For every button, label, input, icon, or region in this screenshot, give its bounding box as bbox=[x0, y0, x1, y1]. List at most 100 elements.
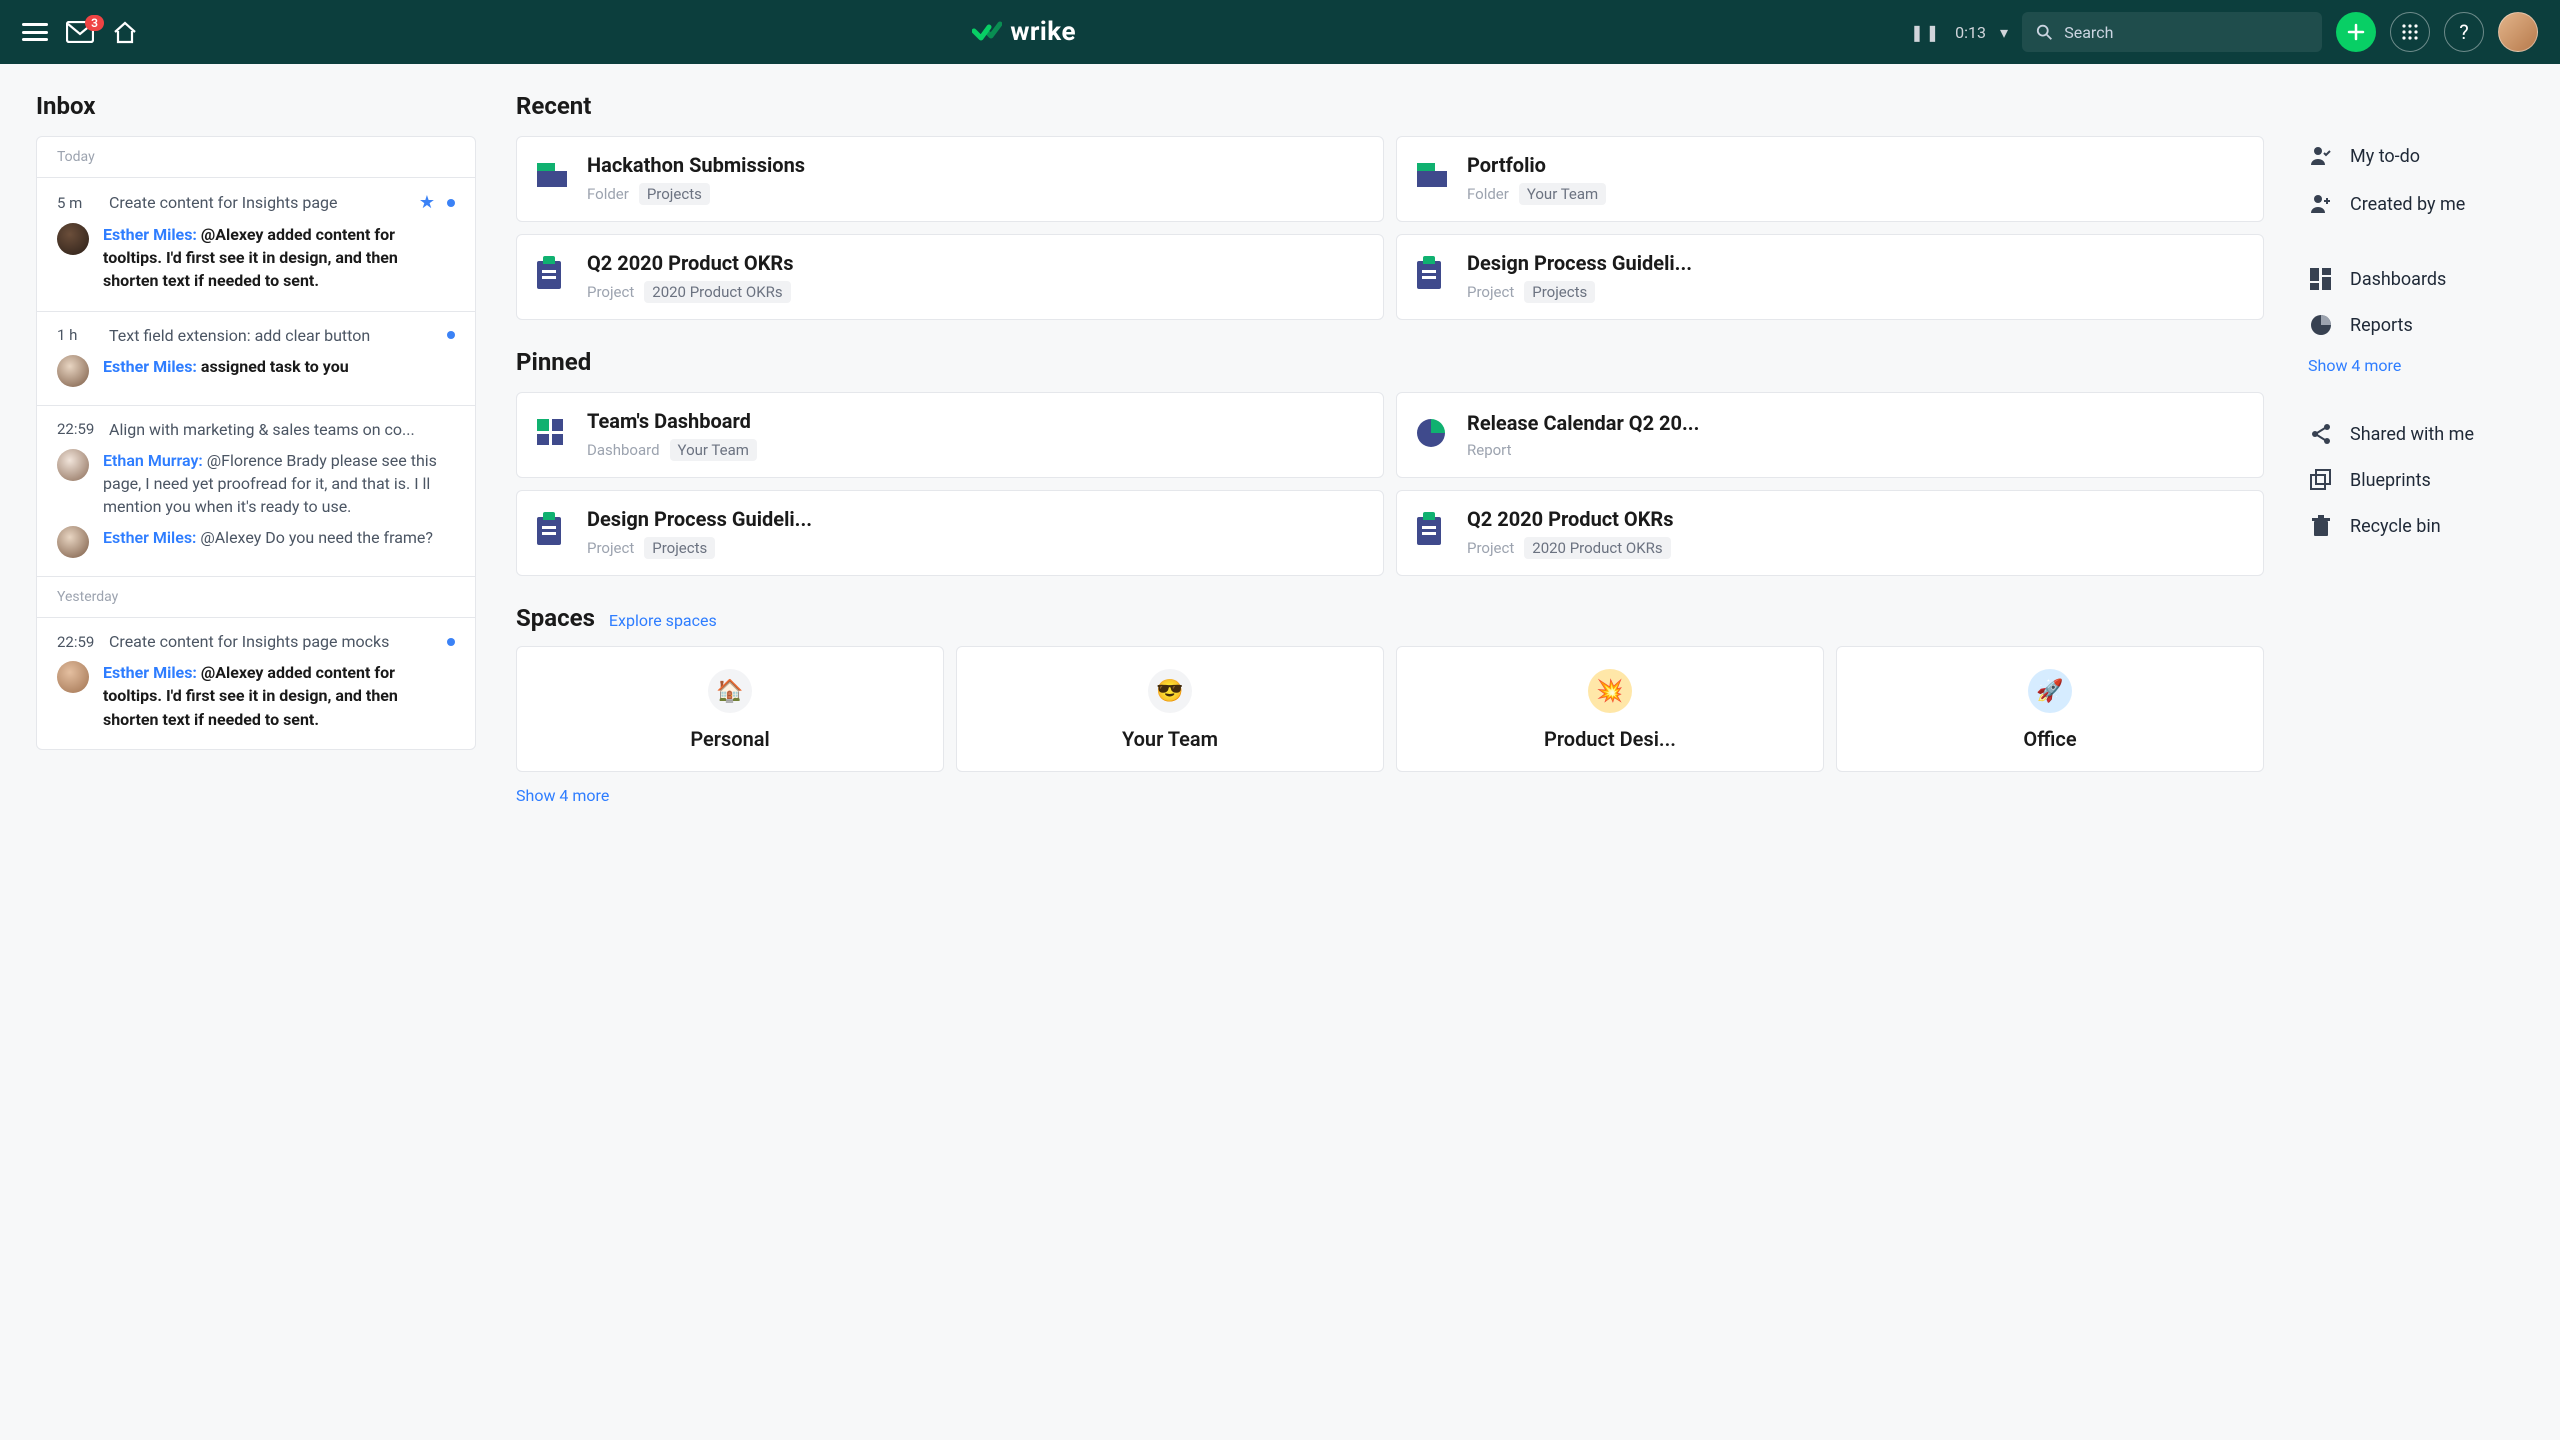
card-type: Project bbox=[1467, 283, 1514, 301]
star-icon[interactable]: ★ bbox=[419, 192, 435, 213]
avatar bbox=[57, 355, 89, 387]
card-chip: Projects bbox=[644, 537, 715, 559]
hamburger-icon bbox=[22, 23, 48, 41]
unread-dot-icon bbox=[447, 638, 455, 646]
side-shared-with-me[interactable]: Shared with me bbox=[2304, 411, 2524, 457]
space-card[interactable]: 🏠 Personal bbox=[516, 646, 944, 772]
card-type: Project bbox=[1467, 539, 1514, 557]
help-button[interactable]: ? bbox=[2444, 12, 2484, 52]
inbox-sep-yesterday: Yesterday bbox=[37, 576, 475, 617]
space-card[interactable]: 🚀 Office bbox=[1836, 646, 2264, 772]
search-input[interactable] bbox=[2062, 22, 2308, 43]
right-sidebar: My to-do Created by me Dashboards Repo bbox=[2304, 92, 2524, 805]
brand-logo[interactable]: wrike bbox=[972, 17, 1076, 47]
main-column: Recent Hackathon Submissions Folder Proje… bbox=[516, 92, 2264, 805]
inbox-card: Today 5 m Create content for Insights pa… bbox=[36, 136, 476, 750]
space-emoji: 🏠 bbox=[708, 669, 752, 713]
share-icon bbox=[2308, 423, 2334, 445]
home-button[interactable] bbox=[112, 20, 138, 44]
card-chip: Projects bbox=[639, 183, 710, 205]
card-chip: 2020 Product OKRs bbox=[1524, 537, 1670, 559]
card-chip: Your Team bbox=[1519, 183, 1606, 205]
side-reports[interactable]: Reports bbox=[2304, 302, 2524, 348]
side-label: My to-do bbox=[2350, 146, 2420, 167]
person-check-icon bbox=[2308, 144, 2334, 168]
project-icon bbox=[1417, 261, 1441, 289]
card-type: Project bbox=[587, 283, 634, 301]
side-show-more-link[interactable]: Show 4 more bbox=[2308, 356, 2401, 375]
side-created-by-me[interactable]: Created by me bbox=[2304, 180, 2524, 228]
inbox-title: Inbox bbox=[36, 92, 476, 120]
search-field[interactable] bbox=[2022, 12, 2322, 52]
card-title: Hackathon Submissions bbox=[587, 153, 805, 177]
card-title: Release Calendar Q2 20... bbox=[1467, 411, 1699, 435]
card-type: Report bbox=[1467, 441, 1512, 459]
inbox-message: Esther Miles: assigned task to you bbox=[103, 355, 349, 387]
spaces-show-more-link[interactable]: Show 4 more bbox=[516, 786, 609, 805]
inbox-title-line: Text field extension: add clear button bbox=[109, 326, 429, 345]
apps-button[interactable] bbox=[2390, 12, 2430, 52]
trash-icon bbox=[2308, 515, 2334, 537]
pinned-card[interactable]: Design Process Guideli... ProjectProject… bbox=[516, 490, 1384, 576]
side-my-todo[interactable]: My to-do bbox=[2304, 132, 2524, 180]
menu-button[interactable] bbox=[22, 23, 48, 41]
side-label: Created by me bbox=[2350, 194, 2465, 215]
inbox-item[interactable]: 22:59 Align with marketing & sales teams… bbox=[37, 405, 475, 577]
pause-icon: ❚❚ bbox=[1910, 23, 1941, 42]
inbox-item[interactable]: 5 m Create content for Insights page ★ E… bbox=[37, 177, 475, 311]
recent-title: Recent bbox=[516, 92, 2264, 120]
create-button[interactable] bbox=[2336, 12, 2376, 52]
explore-spaces-link[interactable]: Explore spaces bbox=[609, 611, 717, 630]
side-dashboards[interactable]: Dashboards bbox=[2304, 256, 2524, 302]
pinned-card[interactable]: Q2 2020 Product OKRs Project 2020 Product… bbox=[1396, 490, 2264, 576]
inbox-button[interactable]: 3 bbox=[66, 21, 94, 43]
app-header: 3 wrike ❚❚ 0:13 ▾ ? bbox=[0, 0, 2560, 64]
pinned-card[interactable]: Team's Dashboard DashboardYour Team bbox=[516, 392, 1384, 478]
pie-chart-icon bbox=[2308, 314, 2334, 336]
brand-text: wrike bbox=[1010, 17, 1076, 47]
space-label: Product Desi... bbox=[1407, 727, 1813, 751]
recent-card[interactable]: Q2 2020 Product OKRs Project2020 Product… bbox=[516, 234, 1384, 320]
brand-check-icon bbox=[972, 21, 1002, 43]
project-icon bbox=[1417, 517, 1441, 545]
inbox-badge: 3 bbox=[85, 15, 104, 31]
unread-dot-icon bbox=[447, 331, 455, 339]
space-label: Your Team bbox=[967, 727, 1373, 751]
avatar bbox=[57, 449, 89, 481]
inbox-title-line: Create content for Insights page bbox=[109, 193, 401, 212]
side-recycle-bin[interactable]: Recycle bin bbox=[2304, 503, 2524, 549]
space-emoji: 😎 bbox=[1148, 669, 1192, 713]
timer-value: 0:13 bbox=[1955, 23, 1986, 42]
user-avatar[interactable] bbox=[2498, 12, 2538, 52]
pinned-card[interactable]: Release Calendar Q2 20... Report bbox=[1396, 392, 2264, 478]
inbox-item[interactable]: 22:59 Create content for Insights page m… bbox=[37, 617, 475, 749]
avatar bbox=[57, 223, 89, 255]
card-type: Folder bbox=[1467, 185, 1509, 203]
card-type: Folder bbox=[587, 185, 629, 203]
avatar bbox=[57, 661, 89, 693]
inbox-title-line: Align with marketing & sales teams on co… bbox=[109, 420, 455, 439]
side-label: Blueprints bbox=[2350, 470, 2431, 491]
inbox-sep-today: Today bbox=[37, 137, 475, 177]
avatar bbox=[57, 526, 89, 558]
dashboard-icon bbox=[537, 419, 563, 445]
card-title: Q2 2020 Product OKRs bbox=[1467, 507, 1674, 531]
project-icon bbox=[537, 261, 561, 289]
side-blueprints[interactable]: Blueprints bbox=[2304, 457, 2524, 503]
recent-card[interactable]: Design Process Guideli... ProjectProject… bbox=[1396, 234, 2264, 320]
space-card[interactable]: 💥 Product Desi... bbox=[1396, 646, 1824, 772]
dashboard-icon bbox=[2308, 268, 2334, 290]
person-plus-icon bbox=[2308, 192, 2334, 216]
space-label: Personal bbox=[527, 727, 933, 751]
search-icon bbox=[2036, 23, 2052, 41]
inbox-time: 22:59 bbox=[57, 633, 91, 651]
inbox-message: Esther Miles: @Alexey added content for … bbox=[103, 223, 455, 293]
home-icon bbox=[112, 20, 138, 44]
side-label: Recycle bin bbox=[2350, 516, 2441, 537]
space-card[interactable]: 😎 Your Team bbox=[956, 646, 1384, 772]
inbox-item[interactable]: 1 h Text field extension: add clear butt… bbox=[37, 311, 475, 405]
recent-card[interactable]: Hackathon Submissions Folder Projects bbox=[516, 136, 1384, 222]
timer[interactable]: ❚❚ 0:13 ▾ bbox=[1910, 23, 2008, 42]
side-label: Shared with me bbox=[2350, 424, 2474, 445]
recent-card[interactable]: Portfolio FolderYour Team bbox=[1396, 136, 2264, 222]
